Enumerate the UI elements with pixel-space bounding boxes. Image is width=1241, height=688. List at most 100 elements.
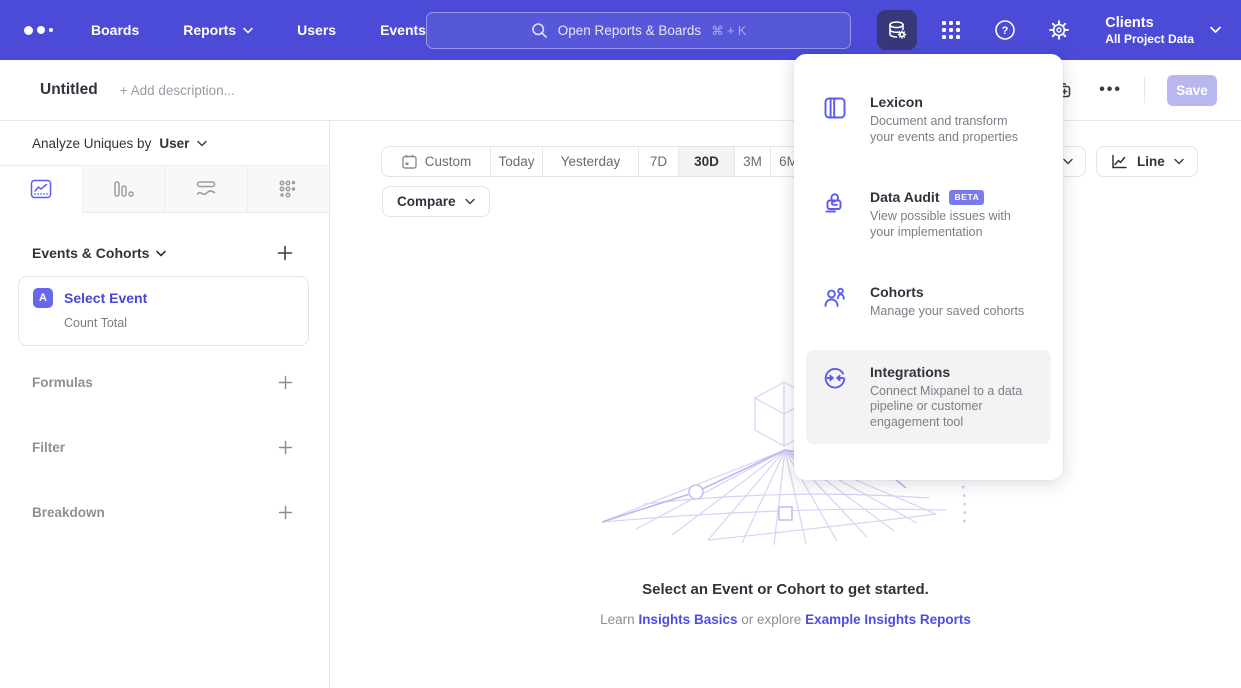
data-audit-icon [822, 189, 850, 240]
breakdown-row: Breakdown [0, 505, 329, 520]
date-today-label: Today [498, 154, 534, 169]
report-canvas: Custom Today Yesterday 7D 30D 3M 6M Comp… [330, 121, 1241, 688]
tab-bar-chart[interactable] [82, 166, 165, 213]
formulas-row: Formulas [0, 375, 329, 390]
chart-type-label: Line [1137, 154, 1165, 169]
svg-text:?: ? [1002, 25, 1009, 37]
tab-line-chart[interactable] [0, 166, 82, 213]
select-event-button[interactable]: Select Event [64, 290, 147, 306]
database-gear-icon [885, 18, 909, 42]
events-cohorts-label: Events & Cohorts [32, 245, 149, 261]
chart-type-dropdown[interactable]: Line [1096, 146, 1198, 177]
date-today-button[interactable]: Today [490, 147, 542, 176]
date-3m-button[interactable]: 3M [734, 147, 770, 176]
line-chart-mini-icon [1110, 153, 1128, 170]
analyze-by-row: Analyze Uniques by User [0, 121, 329, 166]
add-description-field[interactable]: + Add description... [120, 83, 235, 98]
date-yesterday-button[interactable]: Yesterday [542, 147, 638, 176]
plus-icon [278, 440, 293, 455]
date-3m-label: 3M [743, 154, 762, 169]
plus-icon [278, 375, 293, 390]
example-insights-reports-link[interactable]: Example Insights Reports [805, 612, 971, 627]
nav-reports[interactable]: Reports [183, 22, 253, 38]
lexicon-description: Document and transform your events and p… [870, 114, 1035, 145]
menu-item-cohorts[interactable]: Cohorts Manage your saved cohorts [806, 270, 1051, 334]
integrations-icon [822, 364, 850, 431]
menu-item-integrations[interactable]: Integrations Connect Mixpanel to a data … [806, 350, 1051, 445]
calendar-icon [401, 153, 418, 170]
empty-state-links: Learn Insights Basics or explore Example… [330, 612, 1241, 627]
plus-icon [277, 245, 293, 261]
chevron-down-icon[interactable] [197, 140, 207, 147]
date-30d-label: 30D [694, 154, 719, 169]
integrations-description: Connect Mixpanel to a data pipeline or c… [870, 384, 1035, 431]
data-management-menu: Lexicon Document and transform your even… [794, 54, 1063, 480]
gear-icon [1048, 19, 1070, 41]
add-event-button[interactable] [277, 245, 293, 261]
help-icon: ? [994, 19, 1016, 41]
empty-state-title: Select an Event or Cohort to get started… [330, 581, 1241, 598]
apps-grid-button[interactable] [931, 10, 971, 50]
report-header-actions: ••• Save [1052, 75, 1217, 106]
chevron-down-icon [1210, 26, 1221, 34]
nav-events[interactable]: Events [380, 22, 426, 38]
filter-label: Filter [32, 440, 65, 455]
help-button[interactable]: ? [985, 10, 1025, 50]
breakdown-label: Breakdown [32, 505, 105, 520]
events-cohorts-header: Events & Cohorts [0, 245, 329, 261]
nav-boards[interactable]: Boards [91, 22, 139, 38]
menu-item-data-audit[interactable]: Data Audit BETA View possible issues wit… [806, 175, 1051, 254]
header-divider [1144, 77, 1145, 103]
search-shortcut: ⌘ + K [711, 23, 746, 38]
tab-flow-chart[interactable] [164, 166, 247, 213]
cohorts-description: Manage your saved cohorts [870, 304, 1035, 320]
settings-button[interactable] [1039, 10, 1079, 50]
chevron-down-icon [243, 27, 253, 34]
learn-prefix: Learn [600, 612, 635, 627]
lexicon-icon [822, 94, 850, 145]
compare-button[interactable]: Compare [382, 186, 490, 217]
add-breakdown-button[interactable] [278, 505, 293, 520]
mixpanel-insights-page: Boards Reports Users Events Open Reports… [0, 0, 1241, 688]
apps-grid-icon [941, 20, 961, 40]
date-7d-label: 7D [650, 154, 667, 169]
integrations-title: Integrations [870, 364, 950, 380]
nav-events-label: Events [380, 22, 426, 38]
save-button[interactable]: Save [1167, 75, 1217, 106]
nav-users-label: Users [297, 22, 336, 38]
event-card[interactable]: A Select Event Count Total [18, 276, 309, 346]
global-search-input[interactable]: Open Reports & Boards ⌘ + K [426, 12, 851, 49]
beta-badge: BETA [949, 190, 984, 205]
date-yesterday-label: Yesterday [561, 154, 621, 169]
add-formula-button[interactable] [278, 375, 293, 390]
analyze-value-dropdown[interactable]: User [159, 136, 189, 151]
event-aggregation-dropdown[interactable]: Count Total [64, 316, 294, 330]
chevron-down-icon [156, 250, 166, 257]
mixpanel-logo-icon[interactable] [24, 26, 53, 35]
menu-item-lexicon[interactable]: Lexicon Document and transform your even… [806, 80, 1051, 159]
tab-metrics[interactable] [247, 166, 330, 213]
primary-nav: Boards Reports Users Events [91, 22, 426, 38]
more-options-button[interactable]: ••• [1099, 81, 1122, 99]
event-letter-badge: A [33, 288, 53, 308]
chevron-down-icon [1174, 158, 1184, 165]
nav-right-cluster: ? Clients All Project Data [877, 10, 1221, 50]
workspace-title: Clients [1105, 14, 1194, 32]
cohorts-title: Cohorts [870, 284, 924, 300]
query-sidebar: Analyze Uniques by User [0, 121, 330, 688]
data-audit-title: Data Audit [870, 189, 939, 205]
data-management-button[interactable] [877, 10, 917, 50]
nav-users[interactable]: Users [297, 22, 336, 38]
date-30d-button[interactable]: 30D [678, 147, 734, 176]
data-audit-description: View possible issues with your implement… [870, 209, 1035, 240]
chevron-down-icon [1063, 158, 1073, 165]
cohorts-icon [822, 284, 850, 320]
compare-label: Compare [397, 194, 456, 209]
add-filter-button[interactable] [278, 440, 293, 455]
report-title[interactable]: Untitled [40, 81, 98, 99]
workspace-switcher[interactable]: Clients All Project Data [1105, 14, 1221, 47]
events-cohorts-toggle[interactable]: Events & Cohorts [32, 245, 166, 261]
insights-basics-link[interactable]: Insights Basics [638, 612, 737, 627]
date-7d-button[interactable]: 7D [638, 147, 678, 176]
date-custom-button[interactable]: Custom [382, 147, 490, 176]
